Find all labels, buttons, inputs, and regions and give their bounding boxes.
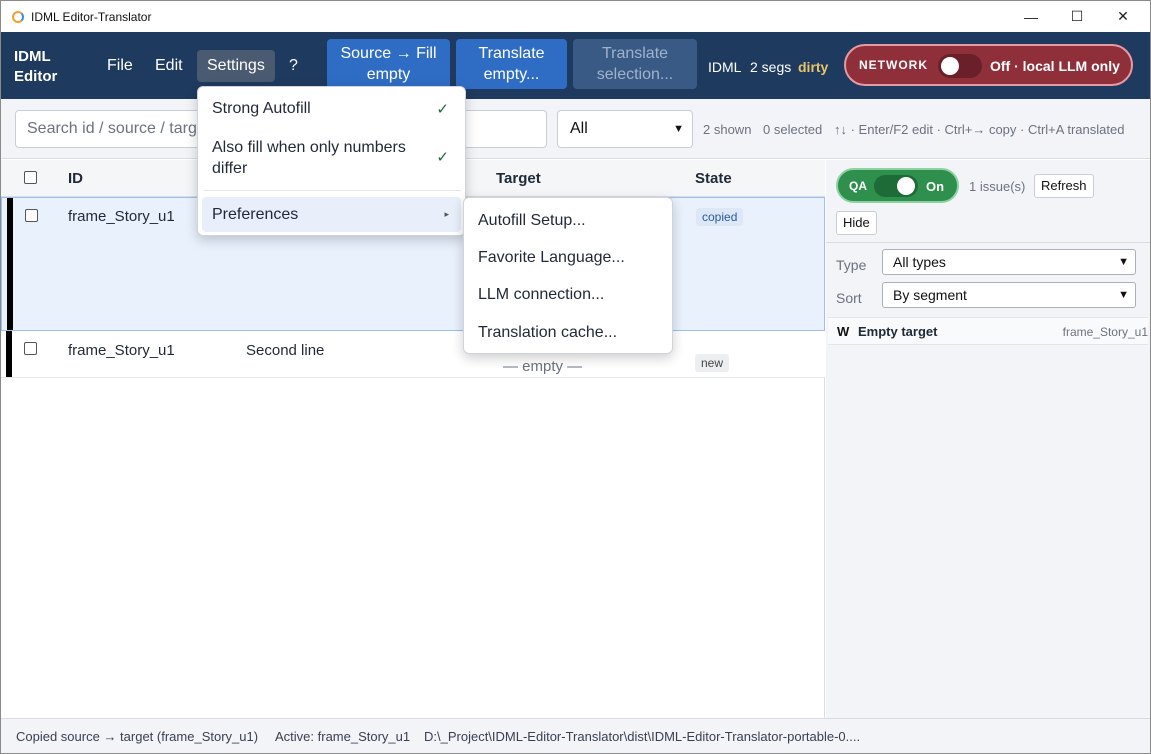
refresh-button[interactable]: Refresh (1034, 174, 1094, 198)
row-marker (7, 198, 13, 330)
chevron-down-icon: ▼ (1118, 256, 1129, 268)
row-id: frame_Story_u1 (68, 342, 175, 359)
close-button[interactable]: ✕ (1100, 1, 1146, 32)
maximize-button[interactable]: ☐ (1054, 1, 1100, 32)
menu-item-autofill-setup[interactable]: Autofill Setup... (478, 212, 586, 230)
table-row[interactable]: frame_Story_u1 Second line — empty — new (1, 331, 825, 378)
select-all-checkbox[interactable] (24, 171, 37, 184)
search-row: All ▼ 2 shown 0 selected ↑↓ · Enter/F2 e… (1, 99, 1150, 159)
toolbar: IDML Editor File Edit Settings ? Source … (1, 32, 1150, 99)
warning-severity-icon: W (837, 324, 850, 339)
status-bar: Copied source → target (frame_Story_u1) … (1, 718, 1150, 753)
row-source: Second line (246, 342, 325, 359)
dirty-indicator: dirty (798, 59, 829, 75)
menu-help[interactable]: ? (279, 50, 308, 82)
menu-item-label: Strong Autofill (212, 100, 311, 117)
network-label: NETWORK (859, 58, 928, 72)
row-marker (6, 331, 12, 377)
network-switch-knob (941, 57, 959, 75)
type-select-value: All types (893, 254, 946, 270)
menu-item-strong-autofill[interactable]: Strong Autofill ✓ (202, 100, 461, 118)
menu-item-label: Also fill when only numbers (212, 139, 406, 156)
selected-count: 0 selected (763, 122, 823, 137)
keyboard-hints: ↑↓ · Enter/F2 edit · Ctrl+→ copy · Ctrl+… (834, 122, 1125, 137)
status-message: Copied source → target (frame_Story_u1) (16, 729, 259, 744)
checkmark-icon: ✓ (436, 101, 449, 118)
translate-empty-button[interactable]: Translate empty... (456, 39, 567, 89)
row-id: frame_Story_u1 (68, 208, 175, 225)
menu-item-llm-connection[interactable]: LLM connection... (478, 286, 604, 304)
qa-switch-knob (897, 177, 915, 195)
hide-button[interactable]: Hide (836, 211, 877, 235)
submenu-arrow-icon: ▸ (444, 209, 449, 219)
status-badge: copied (696, 208, 744, 226)
menu-settings[interactable]: Settings (197, 50, 275, 82)
brand-line-2: Editor (14, 68, 58, 85)
state-filter-value: All (570, 120, 588, 137)
row-checkbox[interactable] (25, 209, 38, 222)
checkmark-icon: ✓ (436, 149, 449, 166)
issue-list-item[interactable]: W Empty target frame_Story_u1 (828, 317, 1148, 345)
qa-switch[interactable] (874, 175, 918, 197)
menu-item-label: Preferences (212, 206, 299, 223)
app-icon (12, 10, 24, 23)
source-fill-empty-button[interactable]: Source → Fill empty (327, 39, 450, 89)
sort-select[interactable]: By segment ▼ (882, 282, 1136, 308)
segment-count: 2 segs (750, 59, 792, 75)
active-segment: Active: frame_Story_u1 (275, 729, 411, 744)
column-header-target[interactable]: Target (496, 170, 541, 187)
divider (826, 242, 1150, 243)
title-bar: IDML Editor-Translator — ☐ ✕ (1, 1, 1150, 32)
qa-label: QA (849, 179, 867, 193)
column-header-id[interactable]: ID (68, 170, 83, 187)
status-badge: new (695, 354, 730, 372)
translate-selection-button[interactable]: Translate selection... (573, 39, 697, 89)
column-header-state[interactable]: State (695, 170, 732, 187)
shown-count: 2 shown (703, 122, 752, 137)
translate-empty-label-2: empty... (483, 66, 540, 83)
network-state: Off · local LLM only (990, 58, 1120, 74)
translate-selection-label-2: selection... (596, 66, 674, 83)
source-fill-label-2: empty (366, 66, 411, 83)
issue-count: 1 issue(s) (969, 179, 1026, 194)
qa-panel: QA On 1 issue(s) Refresh Hide Type All t… (826, 160, 1150, 718)
qa-state: On (926, 179, 945, 194)
chevron-down-icon: ▼ (673, 123, 684, 135)
app-window: IDML Editor-Translator — ☐ ✕ IDML Editor… (0, 0, 1151, 754)
network-switch[interactable] (938, 54, 982, 78)
translate-empty-label-1: Translate (478, 45, 545, 62)
source-fill-label-1: Source → Fill (340, 45, 437, 62)
network-toggle-pill[interactable]: NETWORK Off · local LLM only (844, 44, 1133, 86)
qa-toggle-pill[interactable]: QA On (836, 168, 959, 203)
sort-label: Sort (836, 290, 862, 306)
menu-edit[interactable]: Edit (145, 50, 193, 82)
issue-title: Empty target (858, 324, 938, 339)
chevron-down-icon: ▼ (1118, 289, 1129, 301)
menu-item-label-2: differ (212, 160, 248, 177)
brand-line-1: IDML (14, 48, 51, 65)
file-path: D:\_Project\IDML-Editor-Translator\dist\… (424, 729, 861, 744)
menu-item-preferences[interactable]: Preferences ▸ (202, 197, 461, 232)
menu-item-fill-numbers-differ[interactable]: Also fill when only numbers differ ✓ (202, 137, 461, 179)
brand: IDML Editor (14, 47, 57, 87)
sort-select-value: By segment (893, 287, 967, 303)
segment-table: ID Target State frame_Story_u1 copied fr… (1, 160, 825, 718)
file-type-label: IDML (708, 59, 742, 75)
state-filter-select[interactable]: All ▼ (557, 110, 693, 148)
menu-item-translation-cache[interactable]: Translation cache... (478, 324, 617, 342)
menu-item-favorite-language[interactable]: Favorite Language... (478, 249, 625, 267)
settings-menu: Strong Autofill ✓ Also fill when only nu… (197, 86, 466, 236)
row-target[interactable]: — empty — (503, 358, 582, 375)
menu-divider (204, 190, 461, 191)
issue-segment-id: frame_Story_u1 (1062, 325, 1148, 339)
type-select[interactable]: All types ▼ (882, 249, 1136, 275)
preferences-submenu: Autofill Setup... Favorite Language... L… (463, 197, 673, 354)
type-label: Type (836, 257, 867, 273)
minimize-button[interactable]: — (1008, 1, 1054, 32)
row-checkbox[interactable] (24, 342, 37, 355)
translate-selection-label-1: Translate (601, 45, 669, 62)
window-title: IDML Editor-Translator (31, 9, 152, 24)
menu-file[interactable]: File (97, 50, 143, 82)
